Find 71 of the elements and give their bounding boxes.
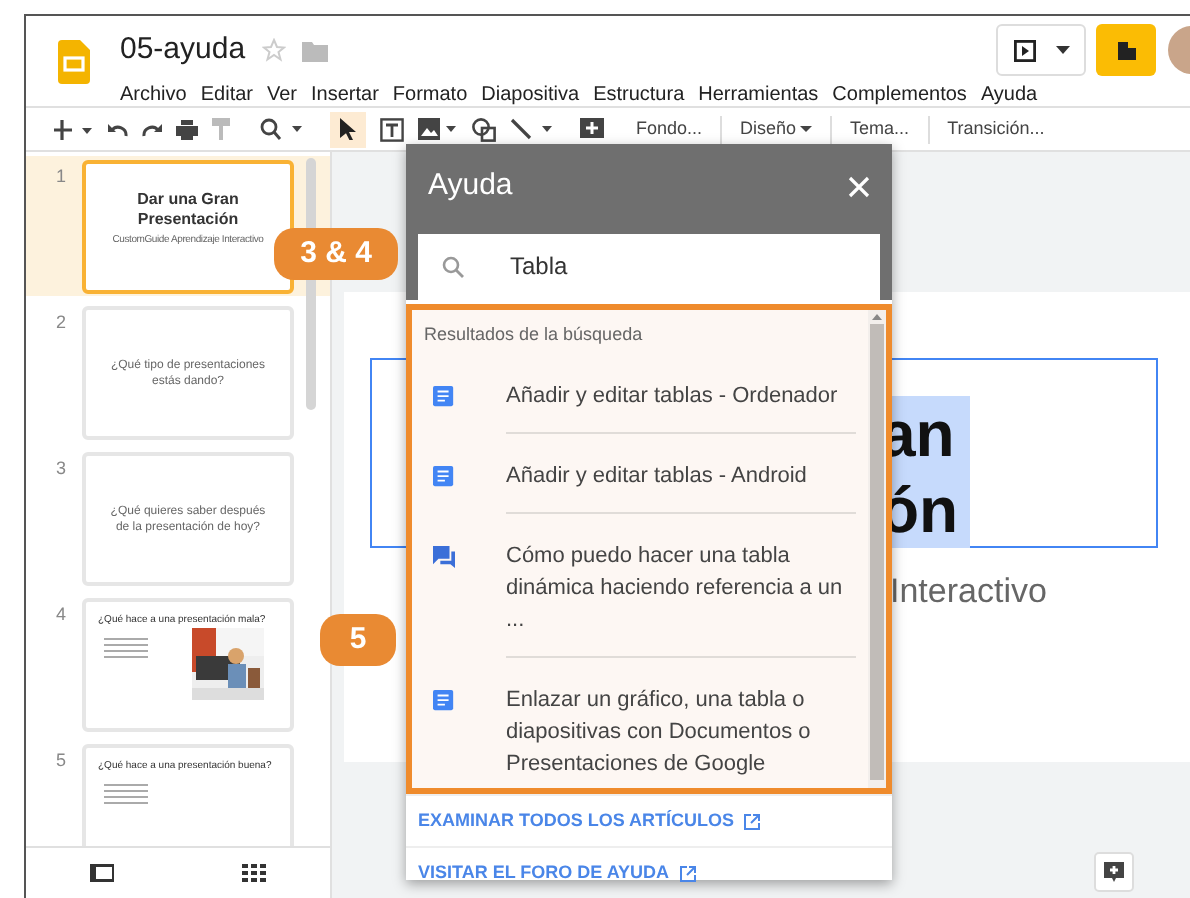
search-icon [442, 255, 464, 277]
menu-item[interactable]: Herramientas [698, 79, 819, 109]
close-icon[interactable] [848, 175, 870, 198]
slide-number: 4 [53, 602, 68, 628]
chat-icon [432, 545, 456, 567]
image-icon[interactable] [418, 118, 458, 140]
select-tool-button[interactable] [330, 111, 366, 147]
toolbar-button[interactable]: Fondo... [630, 115, 709, 143]
slide-number: 1 [53, 164, 68, 190]
print-icon[interactable] [176, 119, 198, 139]
menu-item[interactable]: Ayuda [980, 79, 1038, 109]
menu-item[interactable]: Insertar [311, 79, 379, 109]
add-comment-icon[interactable] [580, 117, 604, 141]
menu-item[interactable]: Editar [200, 79, 253, 109]
text-box-icon[interactable] [380, 117, 404, 141]
menu-item[interactable]: Archivo [120, 79, 187, 109]
search-result[interactable]: Añadir y editar tablas - Android [412, 453, 868, 533]
star-icon[interactable] [261, 38, 286, 63]
menu-item[interactable]: Diapositiva [481, 79, 580, 109]
document-icon [432, 689, 456, 711]
callout-badge: 3 & 4 [274, 228, 398, 280]
caret-icon[interactable] [1056, 46, 1070, 54]
redo-icon[interactable] [142, 121, 162, 137]
undo-icon[interactable] [108, 121, 128, 137]
new-slide-icon[interactable] [54, 119, 94, 139]
zoom-icon[interactable] [260, 118, 304, 140]
bullet-line [104, 795, 148, 797]
bullet-line [104, 789, 148, 791]
menu-item[interactable]: Formato [392, 79, 468, 109]
results-heading: Resultados de la búsqueda [422, 322, 645, 348]
bullet-line [104, 637, 148, 639]
document-icon [432, 465, 456, 487]
bullet-line [104, 783, 148, 785]
document-title[interactable]: 05-ayuda [120, 28, 246, 73]
bullet-line [104, 643, 148, 645]
search-result[interactable]: Enlazar un gráfico, una tabla o diapositivas con Documentos o Presentaciones de Google [412, 677, 868, 799]
menu-item[interactable]: Estructura [593, 79, 685, 109]
grid-view-icon[interactable] [242, 864, 266, 882]
bullet-line [104, 649, 148, 651]
help-link[interactable]: VISITAR EL FORO DE AYUDA [406, 846, 892, 898]
toolbar-button[interactable]: Transición... [941, 115, 1051, 143]
slide-number: 3 [53, 456, 68, 482]
slide-number: 5 [53, 748, 68, 774]
thumbnail-title: Dar una Gran Presentación [135, 190, 241, 230]
external-link-icon [744, 813, 761, 829]
speaker-notes-icon[interactable] [1094, 852, 1134, 892]
scroll-up-icon[interactable] [872, 314, 882, 320]
slide-number: 2 [53, 310, 68, 336]
toolbar-button[interactable]: Diseño [734, 115, 819, 143]
help-link[interactable]: EXAMINAR TODOS LOS ARTÍCULOS [406, 794, 892, 846]
panel-title: Ayuda [428, 166, 513, 206]
external-link-icon [679, 865, 696, 881]
document-icon [432, 385, 456, 407]
search-result[interactable]: Cómo puedo hacer una tabla dinámica haciendo referencia a un ... [412, 533, 868, 677]
bullet-line [104, 655, 148, 657]
toolbar-button[interactable]: Tema... [844, 115, 916, 143]
play-icon [1014, 39, 1036, 61]
bullet-line [104, 801, 148, 803]
scrollbar-thumb[interactable] [870, 324, 884, 780]
search-field[interactable]: Tabla [418, 233, 880, 299]
filmstrip-view-icon[interactable] [90, 864, 114, 882]
slide-subtitle: Interactivo [890, 570, 1047, 614]
shape-icon[interactable] [472, 117, 496, 141]
menu-item[interactable]: Ver [266, 79, 297, 109]
search-result[interactable]: Añadir y editar tablas - Ordenador [412, 373, 868, 453]
present-button[interactable] [996, 24, 1086, 76]
callout-badge: 5 [320, 614, 396, 666]
cursor-icon [340, 118, 356, 140]
line-icon[interactable] [510, 118, 554, 140]
menu-item[interactable]: Complementos [832, 79, 967, 109]
share-button[interactable] [1096, 24, 1156, 76]
